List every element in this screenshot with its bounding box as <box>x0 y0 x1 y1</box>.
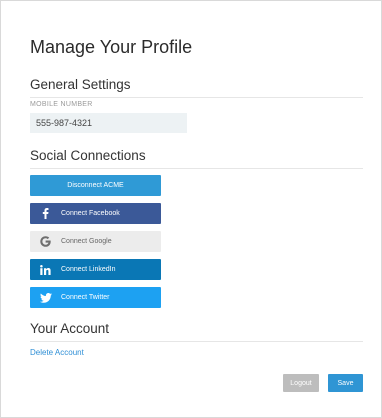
connect-linkedin-button[interactable]: Connect LinkedIn <box>30 259 161 280</box>
delete-account-link[interactable]: Delete Account <box>30 348 84 357</box>
connect-twitter-label: Connect Twitter <box>61 294 110 301</box>
mobile-number-label: MOBILE NUMBER <box>30 101 93 108</box>
mobile-number-input[interactable] <box>30 113 187 133</box>
facebook-icon <box>30 208 61 219</box>
linkedin-icon <box>30 264 61 275</box>
connect-twitter-button[interactable]: Connect Twitter <box>30 287 161 308</box>
connect-google-button[interactable]: Connect Google <box>30 231 161 252</box>
save-button[interactable]: Save <box>328 374 363 392</box>
social-connections-heading: Social Connections <box>30 148 363 169</box>
google-icon <box>30 236 61 247</box>
logout-button[interactable]: Logout <box>283 374 319 392</box>
your-account-heading: Your Account <box>30 321 363 342</box>
disconnect-acme-label: Disconnect ACME <box>67 182 124 189</box>
general-settings-heading: General Settings <box>30 77 363 98</box>
connect-google-label: Connect Google <box>61 238 112 245</box>
connect-facebook-label: Connect Facebook <box>61 210 120 217</box>
profile-panel: Manage Your Profile General Settings MOB… <box>0 0 382 418</box>
twitter-icon <box>30 292 61 303</box>
page-title: Manage Your Profile <box>30 37 193 57</box>
connect-linkedin-label: Connect LinkedIn <box>61 266 116 273</box>
connect-facebook-button[interactable]: Connect Facebook <box>30 203 161 224</box>
disconnect-acme-button[interactable]: Disconnect ACME <box>30 175 161 196</box>
